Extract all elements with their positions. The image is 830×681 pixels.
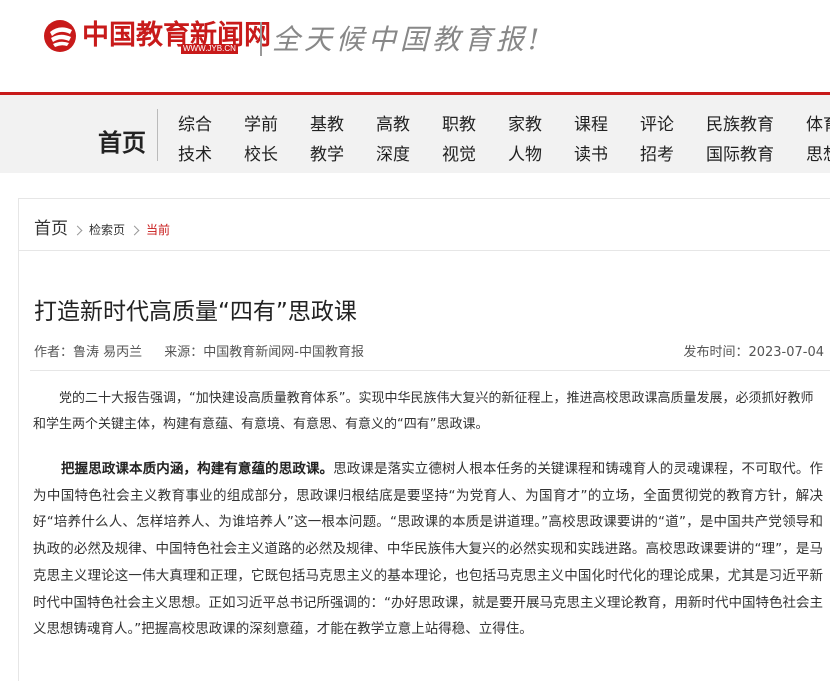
logo-divider <box>260 22 262 56</box>
nav-item[interactable]: 人物 <box>508 140 542 165</box>
breadcrumb-search-link[interactable]: 检索页 <box>89 221 125 238</box>
meta-divider <box>30 370 830 371</box>
article-source: 来源：中国教育新闻网-中国教育报 <box>164 345 364 360</box>
nav-item[interactable]: 国际教育 <box>706 140 774 165</box>
nav-item[interactable]: 体育 <box>806 110 830 135</box>
nav-item[interactable]: 思想 <box>806 140 830 165</box>
main-nav: 首页 综合 学前 基教 高教 职教 家教 课程 评论 民族教育 体育 技术 校长… <box>0 92 830 173</box>
paragraph-text: 思政课是落实立德树人根本任务的关键课程和铸魂育人的灵魂课程，不可取代。作为中国特… <box>33 461 824 638</box>
nav-item[interactable]: 基教 <box>310 110 344 135</box>
nav-item[interactable]: 校长 <box>244 140 278 165</box>
nav-item[interactable]: 综合 <box>178 110 212 135</box>
breadcrumb-divider <box>19 250 830 251</box>
nav-item[interactable]: 评论 <box>640 110 674 135</box>
nav-item[interactable]: 教学 <box>310 140 344 165</box>
nav-item[interactable]: 视觉 <box>442 140 476 165</box>
site-slogan: 全天候中国教育报! <box>272 23 544 56</box>
site-header: 中国教育新闻网 WWW.JYB.CN 全天候中国教育报! <box>0 0 830 92</box>
nav-item[interactable]: 招考 <box>640 140 674 165</box>
logo-url-badge: WWW.JYB.CN <box>181 44 238 54</box>
nav-separator <box>157 109 158 161</box>
article-paragraph: 党的二十大报告强调，“加快建设高质量教育体系”。实现中华民族伟大复兴的新征程上，… <box>33 391 814 432</box>
chevron-right-icon <box>72 225 83 236</box>
paragraph-heading: 把握思政课本质内涵，构建有意蕴的思政课。 <box>61 461 334 477</box>
nav-home-link[interactable]: 首页 <box>98 123 146 158</box>
article-paragraph: 把握思政课本质内涵，构建有意蕴的思政课。思政课是落实立德树人根本任务的关键课程和… <box>33 456 823 643</box>
nav-item[interactable]: 职教 <box>442 110 476 135</box>
nav-item[interactable]: 读书 <box>574 140 608 165</box>
nav-item[interactable]: 民族教育 <box>706 110 774 135</box>
nav-item[interactable]: 深度 <box>376 140 410 165</box>
nav-item[interactable]: 技术 <box>178 140 212 165</box>
article-date: 发布时间：2023-07-04 <box>683 345 824 360</box>
nav-item[interactable]: 学前 <box>244 110 278 135</box>
nav-item[interactable]: 高教 <box>376 110 410 135</box>
nav-item[interactable]: 家教 <box>508 110 542 135</box>
article-author: 作者：鲁涛 易丙兰 <box>34 345 143 360</box>
nav-item[interactable]: 课程 <box>574 110 608 135</box>
logo-text: 中国教育新闻网 <box>82 20 271 51</box>
chevron-right-icon <box>129 225 140 236</box>
breadcrumb: 首页 检索页 当前 <box>34 214 170 239</box>
breadcrumb-home-link[interactable]: 首页 <box>34 214 68 239</box>
breadcrumb-current: 当前 <box>146 223 171 237</box>
article-meta: 作者：鲁涛 易丙兰 来源：中国教育新闻网-中国教育报 <box>34 341 382 360</box>
article-title: 打造新时代高质量“四有”思政课 <box>34 299 357 325</box>
logo-mark-icon <box>44 20 76 52</box>
